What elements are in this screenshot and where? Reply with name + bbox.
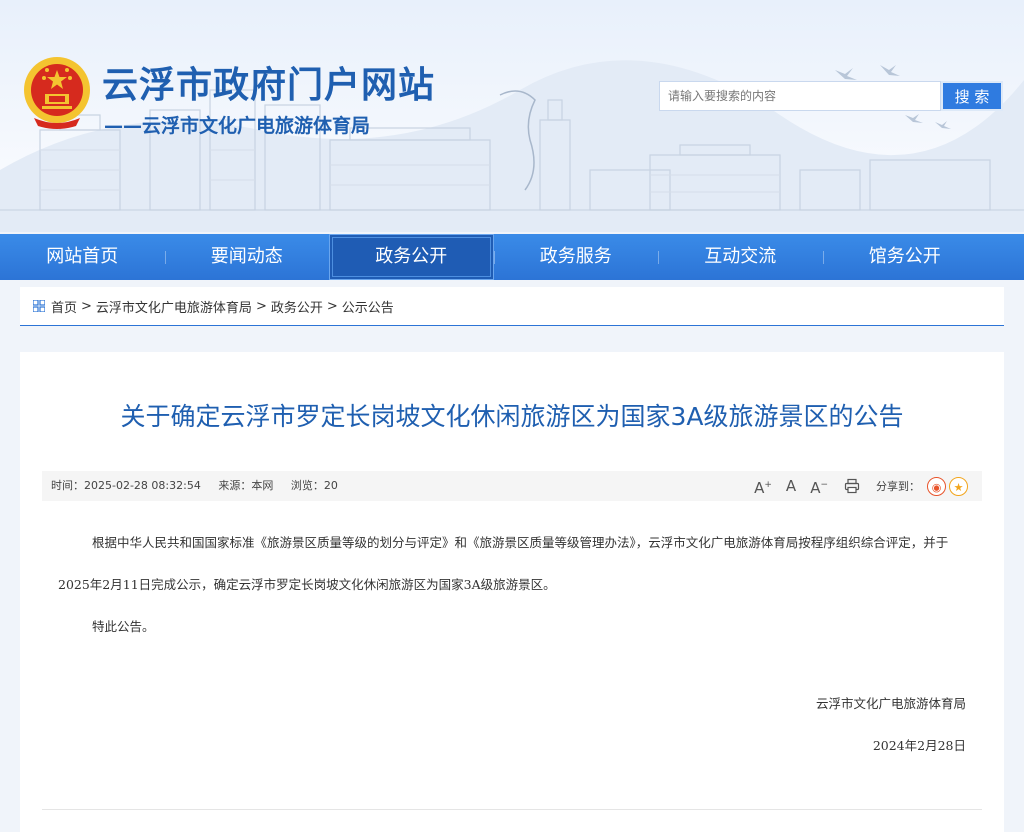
article-title: 关于确定云浮市罗定长岗坡文化休闲旅游区为国家3A级旅游景区的公告 — [20, 397, 1004, 433]
breadcrumb: 首页 > 云浮市文化广电旅游体育局 > 政务公开 > 公示公告 — [20, 287, 1004, 326]
breadcrumb-government-affairs[interactable]: 政务公开 — [271, 297, 323, 316]
nav-item-museum-affairs[interactable]: 馆务公开 — [823, 234, 988, 280]
grid-icon — [33, 300, 45, 312]
breadcrumb-separator: > — [81, 299, 92, 314]
site-title: 云浮市政府门户网站 — [102, 56, 435, 108]
article-signature: 云浮市文化广电旅游体育局 — [816, 693, 966, 712]
article-paragraph: 特此公告。 — [58, 606, 968, 648]
site-subtitle: ——云浮市文化广电旅游体育局 — [104, 111, 370, 138]
view-count: 浏览：20 — [291, 479, 338, 492]
article-body: 根据中华人民共和国国家标准《旅游景区质量等级的划分与评定》和《旅游景区质量等级管… — [58, 522, 968, 648]
article-date: 2024年2月28日 — [873, 735, 966, 754]
divider — [42, 809, 982, 810]
site-header: 云浮市政府门户网站 ——云浮市文化广电旅游体育局 搜 索 — [0, 0, 1024, 232]
font-decrease-icon[interactable]: A− — [810, 470, 828, 503]
article-source: 来源：本网 — [218, 479, 273, 492]
national-emblem-icon — [20, 52, 94, 132]
share-label: 分享到： — [876, 478, 920, 494]
font-increase-icon[interactable]: A+ — [754, 470, 772, 503]
breadcrumb-separator: > — [256, 299, 267, 314]
nav-item-interaction[interactable]: 互动交流 — [658, 234, 823, 280]
breadcrumb-bureau[interactable]: 云浮市文化广电旅游体育局 — [96, 297, 252, 316]
main-nav: 网站首页 要闻动态 政务公开 政务服务 互动交流 馆务公开 — [0, 234, 1024, 280]
nav-item-news[interactable]: 要闻动态 — [165, 234, 330, 280]
publish-time: 时间：2025-02-28 08:32:54 — [51, 479, 201, 492]
nav-item-services[interactable]: 政务服务 — [494, 234, 659, 280]
weibo-icon[interactable]: ◉ — [927, 477, 946, 496]
favorite-icon[interactable]: ★ — [949, 477, 968, 496]
breadcrumb-separator: > — [327, 299, 338, 314]
article-meta-bar: 时间：2025-02-28 08:32:54 来源：本网 浏览：20 A+ A … — [42, 471, 982, 501]
article-paragraph: 根据中华人民共和国国家标准《旅游景区质量等级的划分与评定》和《旅游景区质量等级管… — [58, 522, 968, 606]
print-icon[interactable] — [844, 478, 860, 494]
search-input[interactable] — [659, 81, 941, 111]
search-button[interactable]: 搜 索 — [941, 81, 1003, 111]
breadcrumb-announcements[interactable]: 公示公告 — [342, 297, 394, 316]
font-normal-icon[interactable]: A — [786, 471, 796, 501]
nav-item-government-affairs[interactable]: 政务公开 — [329, 234, 494, 280]
nav-item-home[interactable]: 网站首页 — [0, 234, 165, 280]
breadcrumb-home[interactable]: 首页 — [51, 297, 77, 316]
article-panel: 关于确定云浮市罗定长岗坡文化休闲旅游区为国家3A级旅游景区的公告 时间：2025… — [20, 352, 1004, 832]
